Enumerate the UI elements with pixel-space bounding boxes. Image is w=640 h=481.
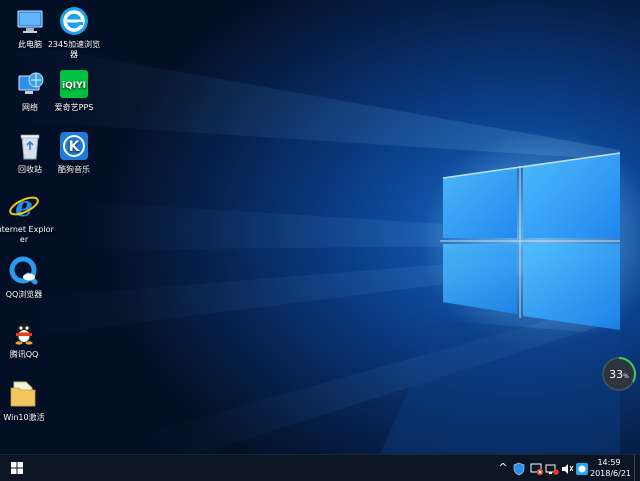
qq-browser-icon xyxy=(8,255,40,287)
desktop-icon-label: Win10激活 xyxy=(3,413,45,422)
desktop-icon-label: 酷狗音乐 xyxy=(58,165,90,174)
kugou-logo-text: K xyxy=(69,139,81,155)
tray-chevron-up-icon[interactable]: ^ xyxy=(496,461,510,475)
shield-icon[interactable] xyxy=(512,461,526,476)
desktop-icon-qq-browser[interactable]: QQ浏览器 xyxy=(0,253,54,311)
svg-text:e: e xyxy=(15,190,33,222)
desktop-icon-label: 2345加速浏览器 xyxy=(47,40,101,59)
desktop-icon-label: Internet Explorer xyxy=(0,225,54,244)
progress-value: 33 xyxy=(609,367,624,381)
progress-widget[interactable]: 33% xyxy=(601,356,637,392)
show-desktop-button[interactable] xyxy=(634,455,640,481)
progress-unit: % xyxy=(623,372,629,380)
windows-icon xyxy=(11,462,23,474)
kugou-icon: K xyxy=(58,130,90,162)
iqiyi-logo-text: iQIYI xyxy=(62,81,86,91)
desktop-icon-label: 爱奇艺PPS xyxy=(54,103,94,112)
computer-icon xyxy=(14,5,46,37)
progress-percent: 33% xyxy=(601,356,637,392)
taskbar-clock[interactable]: 14:59 2018/6/21 xyxy=(590,457,632,479)
ime-icon[interactable] xyxy=(575,461,589,475)
ie-icon: e xyxy=(8,190,40,223)
iqiyi-icon: iQIYI xyxy=(58,68,90,100)
desktop-icon-win10-activate[interactable]: Win10激活 xyxy=(0,376,54,434)
2345-browser-icon xyxy=(58,5,90,37)
desktop-icon-label: 腾讯QQ xyxy=(9,350,39,359)
desktop-icon-2345-browser[interactable]: 2345加速浏览器 xyxy=(44,3,104,61)
desktop-icon-internet-explorer[interactable]: e Internet Explorer xyxy=(0,188,54,246)
clock-date: 2018/6/21 xyxy=(590,469,632,478)
volume-icon[interactable] xyxy=(560,461,574,475)
desktop-icon-tencent-qq[interactable]: 腾讯QQ xyxy=(0,313,54,371)
start-button[interactable] xyxy=(0,455,34,481)
clock-time: 14:59 xyxy=(597,458,621,467)
qq-icon xyxy=(8,315,40,347)
desktop-icon-iqiyi[interactable]: iQIYI 爱奇艺PPS xyxy=(44,66,104,124)
network-status-icon[interactable] xyxy=(545,461,559,475)
folder-icon xyxy=(8,378,40,410)
desktop-icon-kugou[interactable]: K 酷狗音乐 xyxy=(44,128,104,186)
security-alert-icon[interactable] xyxy=(530,461,544,476)
taskbar: ^ 14:59 2018/6/21 xyxy=(0,454,640,481)
recycle-bin-icon xyxy=(14,130,46,162)
network-icon xyxy=(14,68,46,100)
desktop-icon-label: QQ浏览器 xyxy=(5,290,43,299)
